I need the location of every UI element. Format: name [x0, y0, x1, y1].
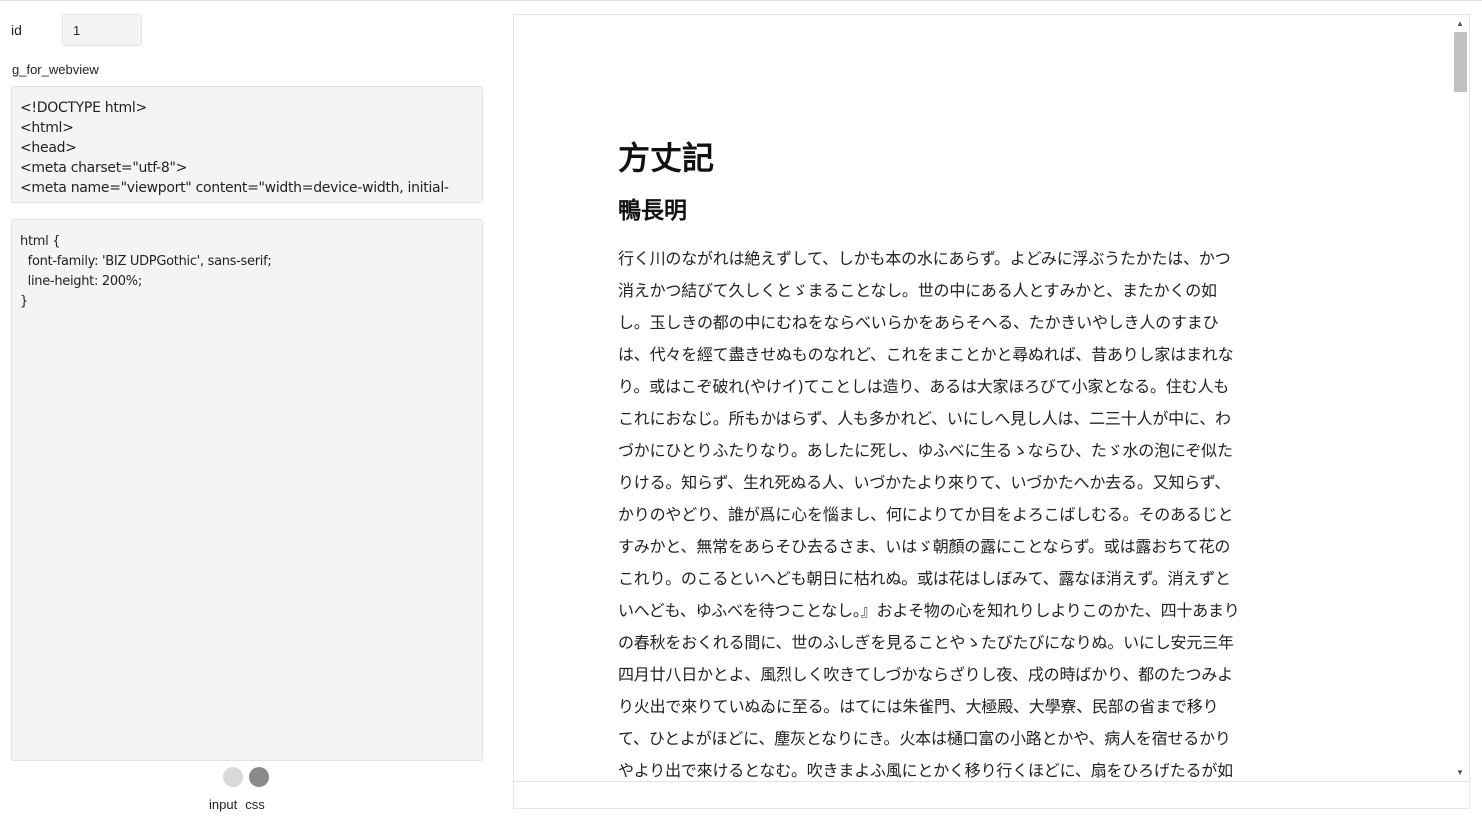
id-input[interactable]	[62, 14, 142, 46]
css-tab-label[interactable]: css	[245, 797, 265, 812]
scroll-up-icon[interactable]: ▲	[1456, 19, 1464, 28]
document-author: 鴨長明	[618, 198, 687, 224]
input-tab-dot[interactable]	[223, 767, 243, 787]
tab-labels: input css	[209, 797, 265, 812]
css-code-editor[interactable]: html { font-family: 'BIZ UDPGothic', san…	[11, 219, 483, 761]
css-tab-dot[interactable]	[249, 767, 269, 787]
html-code-editor[interactable]: <!DOCTYPE html> <html> <head> <meta char…	[11, 86, 483, 203]
document-body: 行く川のながれは絶えずして、しかも本の水にあらず。よどみに浮ぶうたかたは、かつ消…	[618, 249, 1240, 780]
webview-preview[interactable]: 方丈記 鴨長明 行く川のながれは絶えずして、しかも本の水にあらず。よどみに浮ぶう…	[513, 14, 1470, 782]
scroll-thumb[interactable]	[1454, 32, 1467, 92]
webview-bottom-bar	[513, 782, 1470, 809]
input-tab-label[interactable]: input	[209, 797, 237, 812]
document-title: 方丈記	[618, 139, 715, 177]
tab-indicator	[223, 767, 269, 787]
webview-content: 方丈記 鴨長明 行く川のながれは絶えずして、しかも本の水にあらず。よどみに浮ぶう…	[618, 131, 1243, 781]
id-label: id	[11, 22, 22, 38]
editor-panel: id g_for_webview <!DOCTYPE html> <html> …	[0, 1, 500, 832]
webview-scrollbar[interactable]: ▲ ▼	[1452, 15, 1469, 781]
g-for-webview-label: g_for_webview	[12, 62, 99, 77]
scroll-down-icon[interactable]: ▼	[1456, 768, 1464, 777]
